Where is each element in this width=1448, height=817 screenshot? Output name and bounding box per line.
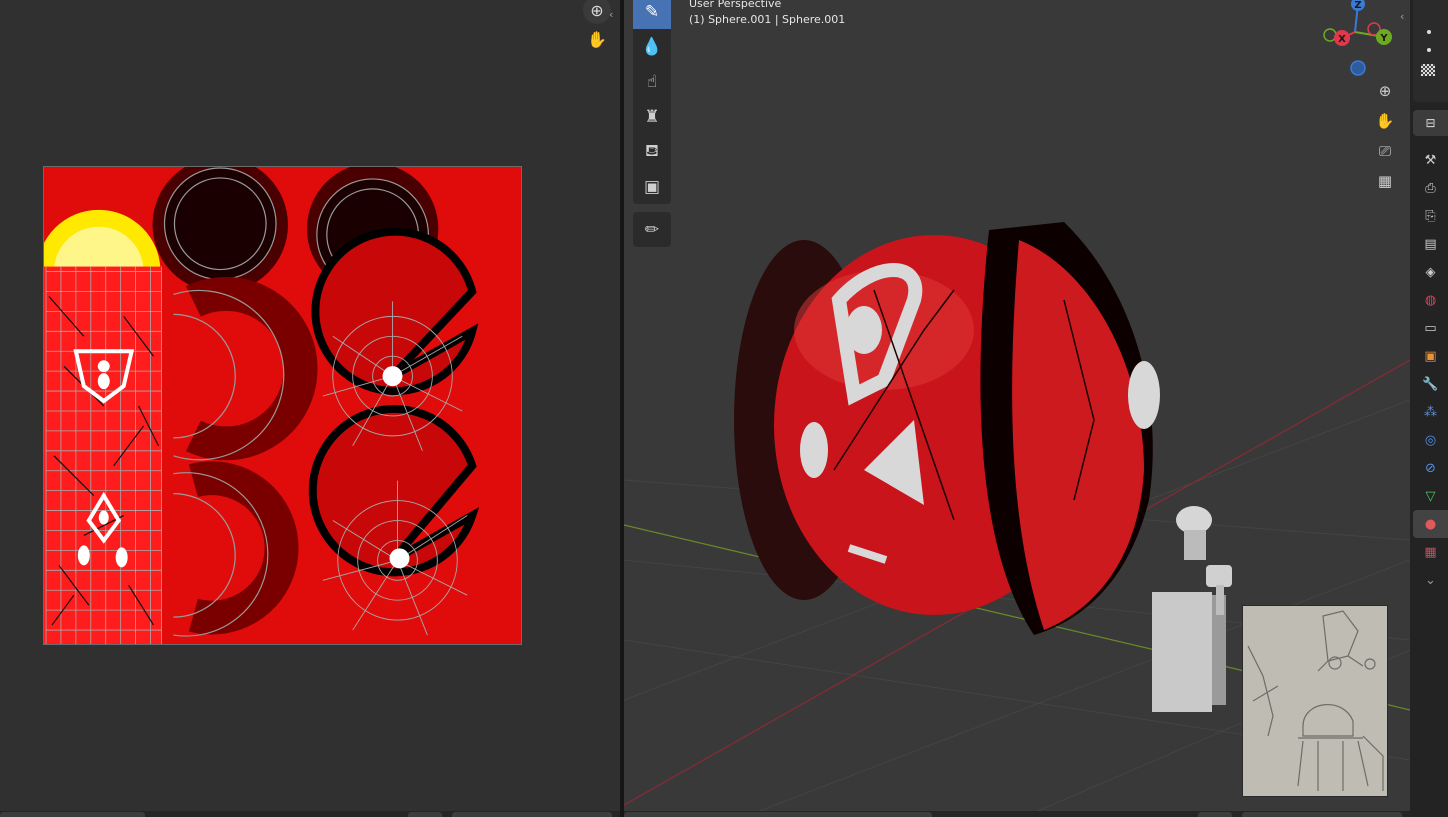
footer-tab[interactable]	[452, 812, 612, 817]
gizmo-z-axis[interactable]: Z	[1351, 0, 1365, 11]
collection-box-icon: ▭	[1424, 320, 1437, 336]
gizmo-x-axis[interactable]: X	[1334, 30, 1350, 46]
menu-dot-icon[interactable]	[1427, 30, 1431, 34]
view-name: User Perspective	[689, 0, 782, 10]
tab-output[interactable]: ⎘	[1413, 202, 1448, 230]
paint-toolbar: ✎ 💧 ☝ ♜ ⛾ ▣ ✏	[633, 0, 671, 247]
tab-material[interactable]: ●	[1413, 510, 1448, 538]
chevron-left-icon[interactable]: ‹	[1400, 10, 1404, 23]
printer-icon: ⎘	[1425, 208, 1436, 224]
tab-tool[interactable]: ⚒	[1413, 146, 1448, 174]
object-square-icon: ▣	[1424, 348, 1437, 364]
hand-icon[interactable]: ✋	[1372, 108, 1398, 134]
chevron-left-icon[interactable]: ‹	[609, 8, 613, 21]
tool-icon: ⚒	[1424, 152, 1437, 168]
properties-tab-strip: ⊟ ⚒ ⎙ ⎘ ▤ ◈ ◍ ▭ ▣ 🔧 ⁂ ◎ ⊘ ▽ ● ▦ ⌄	[1410, 0, 1448, 817]
world-icon: ◍	[1424, 292, 1437, 308]
gizmo-y-axis[interactable]: Y	[1376, 29, 1392, 45]
tab-collection[interactable]: ▭	[1413, 314, 1448, 342]
camera-icon[interactable]: ⎚	[1372, 138, 1398, 164]
smear-icon[interactable]: ☝	[633, 64, 671, 99]
chevron-down-icon: ⌄	[1425, 572, 1436, 588]
editor-type-selector[interactable]: ⊟	[1413, 110, 1448, 136]
material-sphere-icon: ●	[1424, 516, 1437, 532]
gizmo-z-label: Z	[1354, 0, 1361, 11]
uv-texture-canvas[interactable]	[43, 166, 522, 645]
uv-editor-footer	[0, 811, 620, 817]
drop-icon[interactable]: 💧	[633, 29, 671, 64]
object-info: (1) Sphere.001 | Sphere.001	[689, 13, 846, 26]
mesh-data-icon: ▽	[1425, 488, 1436, 504]
tab-texture[interactable]: ▦	[1413, 538, 1448, 566]
tab-more[interactable]: ⌄	[1413, 566, 1448, 594]
tab-modifiers[interactable]: 🔧	[1413, 370, 1448, 398]
physics-icon: ◎	[1424, 432, 1437, 448]
tab-object[interactable]: ▣	[1413, 342, 1448, 370]
tab-constraints[interactable]: ⊘	[1413, 454, 1448, 482]
blender-window: ⊕ ✋ ‹ ✎ 💧 ☝ ♜ ⛾ ▣ ✏ User Perspective (1)…	[0, 0, 1448, 817]
hand-icon[interactable]: ✋	[583, 25, 611, 53]
mask-icon[interactable]: ▣	[633, 169, 671, 204]
brush-icon[interactable]: ✎	[633, 0, 671, 29]
gizmo-x-label: X	[1338, 34, 1346, 45]
navigation-gizmo[interactable]: X Y Z	[1320, 0, 1394, 78]
footer-tab[interactable]	[1242, 812, 1402, 817]
footer-tab[interactable]	[1198, 812, 1232, 817]
zoom-icon[interactable]: ⊕	[583, 0, 611, 24]
uv-image-editor[interactable]: ⊕ ✋ ‹	[0, 0, 620, 817]
image-stack-icon: ▤	[1424, 236, 1437, 252]
tab-world[interactable]: ◍	[1413, 286, 1448, 314]
tab-render[interactable]: ⎙	[1413, 174, 1448, 202]
bucket-icon[interactable]: ⛾	[633, 134, 671, 169]
particles-icon: ⁂	[1424, 404, 1437, 420]
toggle-icon: ⊟	[1425, 116, 1436, 130]
grid-view-icon[interactable]: ▦	[1372, 168, 1398, 194]
wrench-icon: 🔧	[1422, 376, 1439, 392]
constraint-icon: ⊘	[1425, 460, 1436, 476]
tab-view-layer[interactable]: ▤	[1413, 230, 1448, 258]
reference-sketch-image[interactable]	[1242, 605, 1388, 797]
tab-physics[interactable]: ◎	[1413, 426, 1448, 454]
viewport-footer	[624, 811, 1410, 817]
character-model[interactable]	[1152, 506, 1232, 712]
footer-tab[interactable]	[0, 812, 145, 817]
zoom-icon[interactable]: ⊕	[1372, 78, 1398, 104]
footer-tab[interactable]	[408, 812, 442, 817]
annotate-pen-icon[interactable]: ✏	[633, 212, 671, 247]
checker-texture-icon: ▦	[1424, 544, 1437, 560]
checker-icon[interactable]	[1421, 64, 1435, 76]
stamp-icon[interactable]: ♜	[633, 99, 671, 134]
tab-scene[interactable]: ◈	[1413, 258, 1448, 286]
render-camera-icon: ⎙	[1425, 180, 1436, 196]
footer-tab[interactable]	[624, 812, 932, 817]
3d-viewport[interactable]: ✎💧☝♜⛾▣ ✏ ‹ User Perspective (1) Sphere.0…	[624, 0, 1410, 817]
tab-data[interactable]: ▽	[1413, 482, 1448, 510]
scene-icon: ◈	[1425, 264, 1436, 280]
menu-dot-icon[interactable]	[1427, 48, 1431, 52]
gizmo-y-label: Y	[1379, 33, 1388, 44]
viewport-info-overlay: User Perspective (1) Sphere.001 | Sphere…	[689, 0, 845, 28]
tab-particles[interactable]: ⁂	[1413, 398, 1448, 426]
properties-header	[1413, 0, 1448, 102]
